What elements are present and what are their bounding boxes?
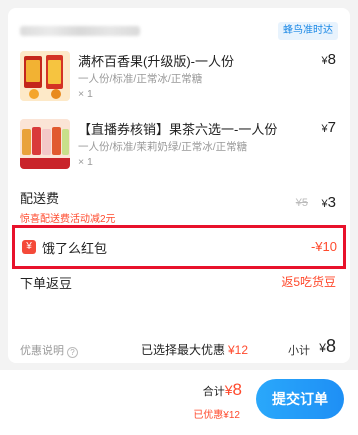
delivery-fee-current: ¥3 — [322, 194, 336, 211]
order-card: 蜂鸟准时达 满杯百香果(升级版)-一人份 一人份/标准/正常冰/正常糖 × 1 … — [8, 8, 350, 363]
item-price: ¥7 — [322, 119, 336, 136]
subtotal-amount: 8 — [325, 336, 336, 356]
item-spec: 一人份/标准/茉莉奶绿/正常冰/正常糖 — [78, 141, 248, 153]
currency-symbol: ¥ — [224, 382, 233, 398]
shop-name-blurred — [20, 26, 140, 36]
item-quantity: × 1 — [78, 156, 93, 168]
delivery-fee-row: 配送费 惊喜配送费活动减2元 ¥5 ¥3 — [20, 188, 338, 226]
product-thumbnail — [20, 119, 70, 169]
return-beans-label: 下单返豆 — [20, 276, 73, 291]
subtotal-label: 小计 — [288, 345, 310, 357]
item-price: ¥8 — [322, 51, 336, 68]
subtotal-value: ¥8 — [319, 336, 336, 357]
red-packet-label: 饿了么红包 — [42, 241, 108, 256]
total-label: 合计 — [202, 386, 225, 398]
delivery-fee-original: ¥5 — [295, 197, 308, 209]
promo-info-label: 优惠说明 — [20, 345, 64, 357]
item-spec: 一人份/标准/正常冰/正常糖 — [78, 73, 203, 85]
total-amount: ¥8 — [224, 380, 242, 399]
delivery-fee-label: 配送费 — [20, 191, 60, 206]
red-packet-row[interactable]: ¥ 饿了么红包 -¥10 — [12, 225, 346, 269]
product-thumbnail — [20, 51, 70, 101]
help-icon: ? — [67, 347, 78, 358]
order-item[interactable]: 满杯百香果(升级版)-一人份 一人份/标准/正常冰/正常糖 × 1 ¥8 — [20, 51, 338, 105]
submit-order-button[interactable]: 提交订单 — [256, 379, 344, 419]
max-discount-value: ¥12 — [227, 343, 248, 357]
saved-amount: 已优惠¥12 — [193, 410, 240, 421]
item-quantity: × 1 — [78, 88, 93, 100]
delivery-fee-promo: 惊喜配送费活动减2元 — [20, 214, 116, 225]
price-value: 7 — [327, 119, 336, 136]
shop-header: 蜂鸟准时达 — [20, 20, 338, 40]
item-name: 满杯百香果(升级版)-一人份 — [78, 54, 234, 69]
delivery-badge: 蜂鸟准时达 — [278, 22, 338, 40]
red-packet-icon: ¥ — [22, 240, 36, 254]
price-value: 8 — [327, 51, 336, 68]
summary-row: 优惠说明? 已选择最大优惠 ¥12 小计 ¥8 — [20, 336, 338, 360]
currency-symbol: ¥ — [319, 341, 326, 355]
red-packet-value: -¥10 — [310, 239, 337, 254]
checkout-bar: 合计¥8 已优惠¥12 提交订单 — [0, 370, 358, 435]
max-discount: 已选择最大优惠 ¥12 — [141, 341, 248, 358]
total: 合计¥8 — [203, 380, 242, 400]
promo-info-link[interactable]: 优惠说明? — [20, 342, 78, 358]
total-value: 8 — [232, 380, 242, 399]
order-item[interactable]: 【直播券核销】果茶六选一-一人份 一人份/标准/茉莉奶绿/正常冰/正常糖 × 1… — [20, 119, 338, 173]
item-name: 【直播券核销】果茶六选一-一人份 — [78, 122, 278, 137]
max-discount-label: 已选择最大优惠 — [140, 343, 225, 357]
return-beans-row: 下单返豆 返5吃货豆 — [20, 271, 338, 291]
fee-value: 3 — [327, 194, 336, 211]
return-beans-value: 返5吃货豆 — [281, 275, 336, 289]
